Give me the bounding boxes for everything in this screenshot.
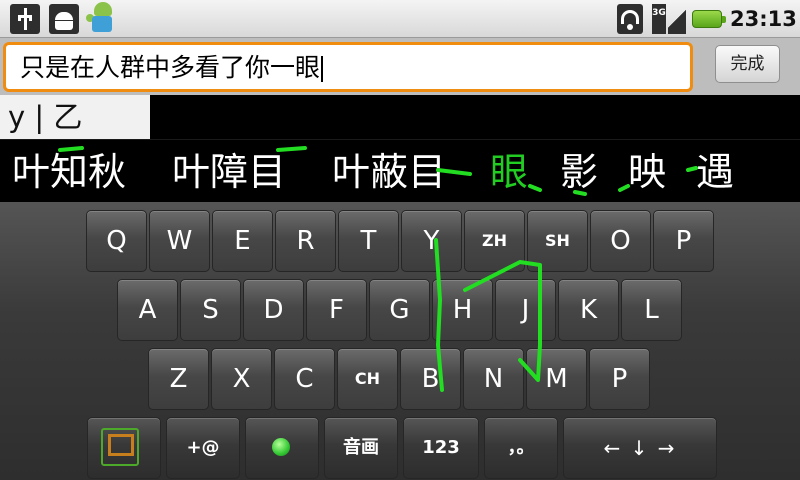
key-m[interactable]: M [526, 348, 587, 410]
cursor-arrows-key[interactable]: ← ↓ → [563, 417, 717, 479]
battery-icon [692, 10, 726, 28]
signal-type-label: 3G [652, 4, 666, 34]
key-a[interactable]: A [117, 279, 178, 341]
key-l[interactable]: L [621, 279, 682, 341]
text-input[interactable]: 只是在人群中多看了你一眼 [3, 42, 693, 92]
android-debug-icon [49, 4, 79, 34]
ime-switch-key[interactable] [87, 417, 161, 479]
numbers-key[interactable]: 123 [403, 417, 479, 479]
composing-bar: y | 乙 [0, 95, 800, 139]
wifi-icon [617, 4, 643, 34]
status-bar: 3G 23:13 [0, 0, 800, 38]
key-y[interactable]: Y [401, 210, 462, 272]
punctuation-key[interactable]: ，。 [484, 417, 558, 479]
key-k[interactable]: K [558, 279, 619, 341]
key-n[interactable]: N [463, 348, 524, 410]
symbols-key[interactable]: +@ [166, 417, 240, 479]
key-e[interactable]: E [212, 210, 273, 272]
key-zh[interactable]: ZH [464, 210, 525, 272]
candidate-item[interactable]: 叶蔽目 [332, 150, 446, 194]
key-w[interactable]: W [149, 210, 210, 272]
signal-3g-icon: 3G [652, 4, 686, 34]
key-o[interactable]: O [590, 210, 651, 272]
key-c[interactable]: C [274, 348, 335, 410]
text-caret [321, 56, 324, 82]
key-p[interactable]: P [653, 210, 714, 272]
usb-icon [10, 4, 40, 34]
candidate-item[interactable]: 叶知秋 [12, 150, 126, 194]
input-row: 只是在人群中多看了你一眼 完成 [0, 38, 800, 95]
status-clock: 23:13 [730, 7, 797, 31]
key-s[interactable]: S [180, 279, 241, 341]
text-input-value: 只是在人群中多看了你一眼 [20, 53, 321, 82]
key-g[interactable]: G [369, 279, 430, 341]
key-x[interactable]: X [211, 348, 272, 410]
key-d[interactable]: D [243, 279, 304, 341]
key-sh[interactable]: SH [527, 210, 588, 272]
key-p[interactable]: P [589, 348, 650, 410]
gem-icon [272, 438, 290, 456]
key-ch[interactable]: CH [337, 348, 398, 410]
candidate-item[interactable]: 叶障目 [172, 150, 286, 194]
key-f[interactable]: F [306, 279, 367, 341]
candidate-bar: 叶知秋 叶障目 叶蔽目 眼 影 映 遇 [0, 139, 800, 203]
composing-text: y | 乙 [0, 95, 150, 139]
key-j[interactable]: J [495, 279, 556, 341]
candidate-item[interactable]: 遇 [696, 150, 734, 194]
draw-mode-key[interactable]: 音画 [324, 417, 398, 479]
candidate-item[interactable]: 影 [560, 150, 598, 194]
key-r[interactable]: R [275, 210, 336, 272]
android-app-icon [86, 0, 118, 36]
key-b[interactable]: B [400, 348, 461, 410]
candidate-item-selected[interactable]: 眼 [490, 150, 528, 194]
candidate-item[interactable]: 映 [628, 150, 666, 194]
key-t[interactable]: T [338, 210, 399, 272]
key-h[interactable]: H [432, 279, 493, 341]
ime-switch-icon [101, 428, 139, 466]
soft-keyboard: Q W E R T Y ZH SH O P A S D F G H J K L … [0, 202, 800, 480]
key-z[interactable]: Z [148, 348, 209, 410]
handwrite-toggle-key[interactable] [245, 417, 319, 479]
key-q[interactable]: Q [86, 210, 147, 272]
done-button[interactable]: 完成 [715, 45, 780, 83]
